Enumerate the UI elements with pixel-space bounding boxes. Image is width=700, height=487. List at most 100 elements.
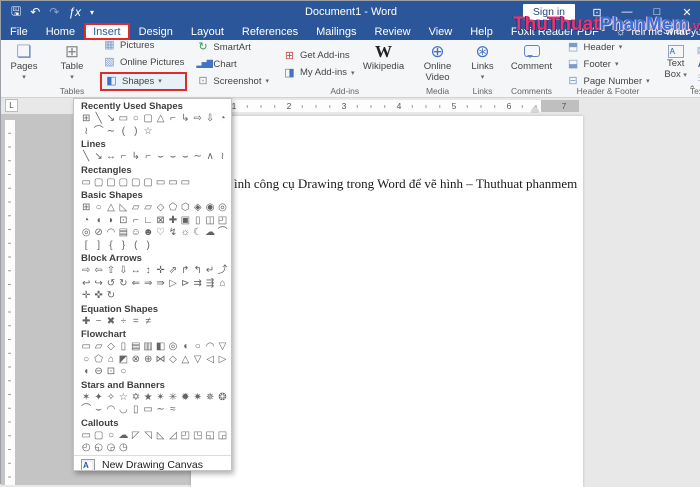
shape-item[interactable]: ⇗ bbox=[167, 265, 179, 278]
shape-item[interactable]: ◖ bbox=[80, 366, 92, 379]
sign-in-button[interactable]: Sign in bbox=[523, 4, 575, 20]
shape-item[interactable]: ✴ bbox=[154, 392, 166, 405]
shape-item[interactable]: ⇧ bbox=[105, 265, 117, 278]
shape-item[interactable]: ◇ bbox=[154, 202, 166, 215]
date-time-button[interactable]: ☰ bbox=[696, 72, 700, 85]
shape-item[interactable]: ◳ bbox=[192, 430, 204, 443]
shape-item[interactable]: ∧ bbox=[204, 151, 216, 164]
pictures-button[interactable]: ▦ Pictures bbox=[100, 38, 187, 53]
shape-item[interactable]: ◸ bbox=[130, 430, 142, 443]
shape-item[interactable]: ⌂ bbox=[105, 354, 117, 367]
shape-item[interactable]: ⬠ bbox=[167, 202, 179, 215]
pages-button[interactable]: ❏ Pages ▾ bbox=[4, 41, 44, 87]
shape-item[interactable]: ↱ bbox=[179, 265, 191, 278]
shape-item[interactable]: ○ bbox=[105, 430, 117, 443]
get-add-ins-button[interactable]: ⊞ Get Add-ins bbox=[280, 48, 358, 63]
shape-item[interactable]: ◺ bbox=[117, 202, 129, 215]
shape-item[interactable]: ✖ bbox=[105, 316, 117, 329]
redo-icon[interactable]: ↷ bbox=[49, 5, 59, 19]
online-video-button[interactable]: ⊕ Online Video bbox=[418, 41, 458, 87]
chart-button[interactable]: ▂▅▇ Chart bbox=[193, 57, 272, 72]
shape-item[interactable]: ☁ bbox=[204, 227, 216, 240]
shape-item[interactable]: ⊞ bbox=[80, 113, 92, 126]
tab-view[interactable]: View bbox=[420, 23, 462, 40]
shape-item[interactable]: ☁ bbox=[117, 430, 129, 443]
text-box-button[interactable]: A Text Box ▾ bbox=[661, 41, 691, 87]
shape-item[interactable]: ↻ bbox=[105, 290, 117, 303]
shape-item[interactable]: ) bbox=[130, 126, 142, 139]
shape-item[interactable]: ☻ bbox=[142, 227, 154, 240]
shape-item[interactable]: ⇩ bbox=[117, 265, 129, 278]
shape-item[interactable]: ↔ bbox=[130, 265, 142, 278]
shape-item[interactable]: ▯ bbox=[192, 215, 204, 228]
shapes-button[interactable]: ◧ Shapes ▾ bbox=[102, 74, 185, 89]
shape-item[interactable]: ❂ bbox=[216, 392, 228, 405]
shape-item[interactable]: ✛ bbox=[80, 290, 92, 303]
shape-item[interactable]: △ bbox=[105, 202, 117, 215]
shape-item[interactable]: ◗ bbox=[105, 215, 117, 228]
shape-item[interactable]: ≈ bbox=[167, 404, 179, 417]
shape-item[interactable]: ◖ bbox=[92, 215, 104, 228]
shape-item[interactable]: ◶ bbox=[105, 442, 117, 455]
shape-item[interactable]: ⤴ bbox=[216, 265, 228, 278]
shape-item[interactable]: ⌒ bbox=[80, 404, 92, 417]
shape-item[interactable]: = bbox=[130, 316, 142, 329]
shape-item[interactable]: ⊞ bbox=[80, 202, 92, 215]
shape-item[interactable]: ( bbox=[130, 240, 142, 253]
shape-item[interactable]: ▭ bbox=[80, 430, 92, 443]
shape-item[interactable]: ◺ bbox=[154, 430, 166, 443]
shape-item[interactable]: △ bbox=[154, 113, 166, 126]
close-button[interactable]: ✕ bbox=[679, 6, 695, 19]
shape-item[interactable]: ⌣ bbox=[154, 151, 166, 164]
my-add-ins-button[interactable]: ◨ My Add-ins ▾ bbox=[280, 65, 358, 80]
shape-item[interactable]: ✡ bbox=[130, 392, 142, 405]
shape-item[interactable]: ⬠ bbox=[92, 354, 104, 367]
shape-item[interactable]: ⇉ bbox=[192, 278, 204, 291]
shape-item[interactable]: ◎ bbox=[216, 202, 228, 215]
shape-item[interactable]: ≠ bbox=[142, 316, 154, 329]
shape-item[interactable]: } bbox=[117, 240, 129, 253]
shape-item[interactable]: ▭ bbox=[117, 113, 129, 126]
shape-item[interactable]: ◲ bbox=[216, 430, 228, 443]
shape-item[interactable]: ◰ bbox=[179, 430, 191, 443]
shape-item[interactable]: ⌐ bbox=[130, 215, 142, 228]
shape-item[interactable]: ▢ bbox=[142, 113, 154, 126]
foxit-fx-icon[interactable]: ƒx bbox=[68, 5, 81, 19]
shape-item[interactable]: ▢ bbox=[117, 177, 129, 190]
shape-item[interactable]: ◠ bbox=[105, 404, 117, 417]
shape-item[interactable]: ⌣ bbox=[92, 404, 104, 417]
shape-item[interactable]: ↵ bbox=[204, 265, 216, 278]
tab-foxit-reader-pdf[interactable]: Foxit Reader PDF bbox=[502, 23, 608, 40]
shape-item[interactable]: ✶ bbox=[80, 392, 92, 405]
shape-item[interactable]: ▣ bbox=[179, 215, 191, 228]
shape-item[interactable]: ◖ bbox=[179, 341, 191, 354]
document-page[interactable]: ình công cụ Drawing trong Word để vẽ hìn… bbox=[191, 116, 583, 487]
share-button[interactable]: Share bbox=[663, 25, 691, 37]
links-button[interactable]: ⊛ Links ▾ bbox=[466, 41, 500, 87]
shape-item[interactable]: ⊖ bbox=[92, 366, 104, 379]
screenshot-button[interactable]: ⊡ Screenshot ▾ bbox=[193, 74, 272, 89]
shape-item[interactable]: ↪ bbox=[92, 278, 104, 291]
shape-item[interactable]: ☆ bbox=[117, 392, 129, 405]
shape-item[interactable]: ✵ bbox=[204, 392, 216, 405]
shape-item[interactable]: ○ bbox=[130, 113, 142, 126]
shape-item[interactable]: ◉ bbox=[204, 202, 216, 215]
shape-item[interactable]: ⇦ bbox=[92, 265, 104, 278]
shape-item[interactable]: ✹ bbox=[179, 392, 191, 405]
shape-item[interactable]: ⇶ bbox=[204, 278, 216, 291]
shape-item[interactable]: ⊳ bbox=[179, 278, 191, 291]
tab-review[interactable]: Review bbox=[366, 23, 420, 40]
shape-item[interactable]: ▢ bbox=[142, 177, 154, 190]
right-indent-marker[interactable] bbox=[531, 106, 539, 112]
shape-item[interactable]: ↺ bbox=[105, 278, 117, 291]
shape-item[interactable]: ✧ bbox=[105, 392, 117, 405]
shape-item[interactable]: ☆ bbox=[142, 126, 154, 139]
shape-item[interactable]: ≀ bbox=[216, 151, 228, 164]
shape-item[interactable]: ∼ bbox=[105, 126, 117, 139]
collapse-ribbon-icon[interactable]: ⌃ bbox=[688, 84, 696, 95]
shape-item[interactable]: ▭ bbox=[80, 177, 92, 190]
shape-item[interactable]: ( bbox=[117, 126, 129, 139]
horizontal-ruler[interactable]: 1234567 bbox=[179, 100, 579, 112]
shape-item[interactable]: − bbox=[92, 316, 104, 329]
shape-item[interactable]: ◩ bbox=[117, 354, 129, 367]
